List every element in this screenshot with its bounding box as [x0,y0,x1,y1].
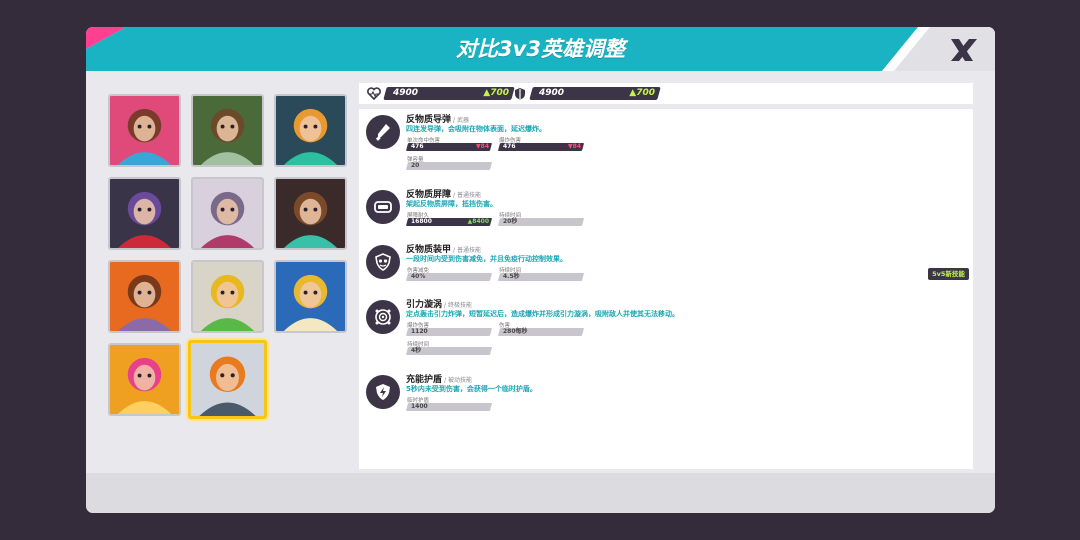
hero-portrait-10[interactable] [108,343,181,416]
field-delta: ▼84 [568,143,581,150]
vortex-icon [375,309,391,325]
health-delta-value: 700 [490,88,509,98]
skill-badge [366,245,400,279]
shield-charge-icon [376,384,390,400]
field-value: 280每秒 [503,328,528,335]
skill-description: 5秒内未受到伤害，会获得一个临时护盾。 [406,385,537,393]
field-value: 16800 [411,218,432,225]
health-value: 4900 [393,88,419,98]
hero-avatar [276,262,345,331]
health-delta: ▲700 [483,88,509,98]
shield-icon [515,88,525,100]
skill-tag: / 普通技能 [453,192,481,199]
hero-avatar [193,179,262,248]
shield-delta: ▲700 [629,88,655,98]
shield-delta-value: 700 [636,88,655,98]
skill-row: 引力漩涡 / 终极技能 定点轰击引力炸弹，短暂延迟后，造成爆炸并形成引力漩涡，吸附敌… [366,297,966,357]
skill-tag: / 终极技能 [444,302,472,309]
field-delta: ▲8400 [467,218,489,225]
missile-icon [375,124,390,141]
hero-avatar [110,345,179,414]
skill-description: 四连发导弹，会吸附在物体表面，延迟爆炸。 [406,125,546,133]
dialog-title: 对比3v3英雄调整 [456,37,625,61]
hero-avatar [110,262,179,331]
skill-description: 架起反物质屏障，抵挡伤害。 [406,200,497,208]
hero-portrait-9[interactable] [274,260,347,333]
skill-row: 反物质屏障 / 普通技能 架起反物质屏障，抵挡伤害。 屏障耐久 16800 ▲8400 持续… [366,187,966,247]
new-skill-badge: 5v5新技能 [928,268,969,280]
hero-portrait-6[interactable] [274,177,347,250]
skill-tag: / 被动技能 [444,377,472,384]
field-value: 1400 [411,403,428,410]
close-icon [951,39,977,61]
skill-description: 定点轰击引力炸弹，短暂延迟后，造成爆炸并形成引力漩涡，吸附敌人并使其无法移动。 [406,310,679,318]
field-value: 4.5秒 [503,273,520,280]
skill-badge [366,190,400,224]
field-delta-value: 84 [572,143,581,150]
field-value: 20 [411,162,420,169]
hero-stats-bar: 4900 ▲700 4900 ▲700 [359,83,973,104]
hero-portrait-5[interactable] [191,177,264,250]
skill-description: 一段时间内受到伤害减免，并且免疫行动控制效果。 [406,255,567,263]
hero-portrait-3[interactable] [274,94,347,167]
hero-avatar [110,179,179,248]
skill-list: 反物质导弹 / 武器 四连发导弹，会吸附在物体表面，延迟爆炸。 单次命中伤害 476 ▼8… [359,109,973,469]
field-delta-value: 84 [480,143,489,150]
title-bar: 对比3v3英雄调整 [86,27,995,71]
skill-badge [366,375,400,409]
hero-compare-dialog: 对比3v3英雄调整 4900 ▲700 4900 ▲700 反物质导弹 / 武器… [86,27,995,513]
hero-portrait-2[interactable] [191,94,264,167]
hero-roster [108,94,353,424]
hero-avatar [193,262,262,331]
field-value: 40% [411,273,426,280]
skill-tag: / 武器 [453,117,469,124]
field-value: 20秒 [503,218,518,225]
hero-avatar [193,96,262,165]
skill-row: 反物质导弹 / 武器 四连发导弹，会吸附在物体表面，延迟爆炸。 单次命中伤害 476 ▼8… [366,112,966,172]
skill-row: 反物质装甲 / 普通技能 一段时间内受到伤害减免，并且免疫行动控制效果。 伤害减免 40… [366,242,966,302]
field-value: 476 [411,143,424,150]
hero-portrait-4[interactable] [108,177,181,250]
skill-badge [366,300,400,334]
skill-tag: / 普通技能 [453,247,481,254]
hero-portrait-8[interactable] [191,260,264,333]
hero-avatar [276,96,345,165]
field-value: 1120 [411,328,428,335]
hero-avatar [276,179,345,248]
barrier-icon [374,201,392,213]
hero-portrait-7[interactable] [108,260,181,333]
hero-avatar [110,96,179,165]
dialog-footer [86,473,995,513]
field-value: 476 [503,143,516,150]
hero-portrait-11[interactable] [188,340,267,419]
armor-icon [375,253,391,271]
hero-avatar [191,343,264,416]
heart-pulse-icon [367,87,381,100]
field-value: 4秒 [411,347,422,354]
hero-portrait-1[interactable] [108,94,181,167]
field-delta-value: 8400 [472,218,489,225]
field-delta: ▼84 [476,143,489,150]
shield-value: 4900 [539,88,565,98]
close-button[interactable] [899,27,995,71]
skill-row: 充能护盾 / 被动技能 5秒内未受到伤害，会获得一个临时护盾。 临时护盾 1400 [366,372,966,432]
skill-badge [366,115,400,149]
